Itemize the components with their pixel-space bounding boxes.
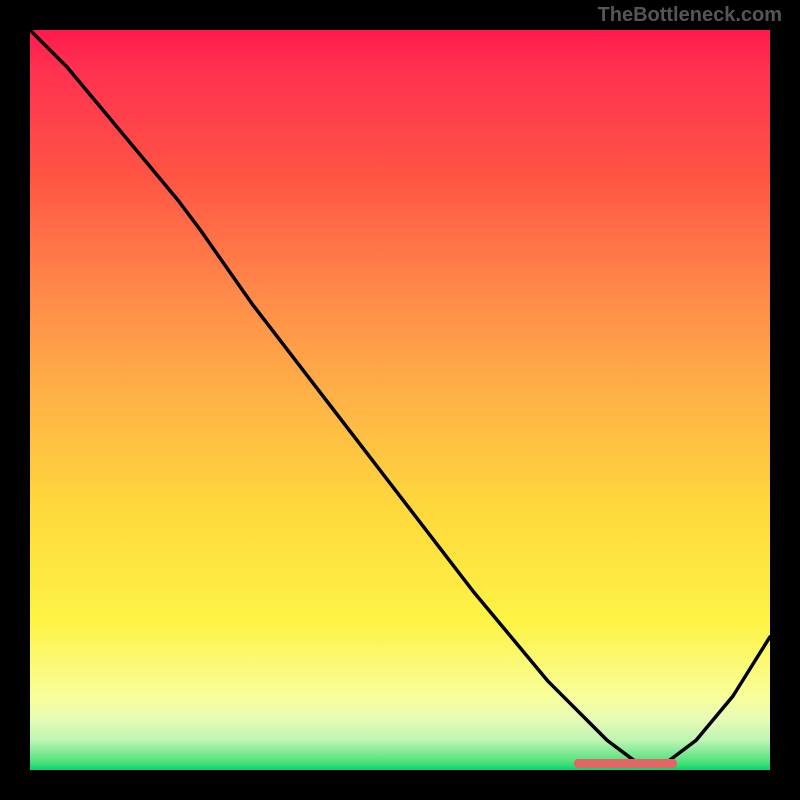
watermark-text: TheBottleneck.com — [598, 4, 782, 27]
optimal-range-marker — [574, 759, 678, 768]
chart-plot-area — [30, 30, 770, 770]
bottleneck-curve — [30, 30, 770, 770]
